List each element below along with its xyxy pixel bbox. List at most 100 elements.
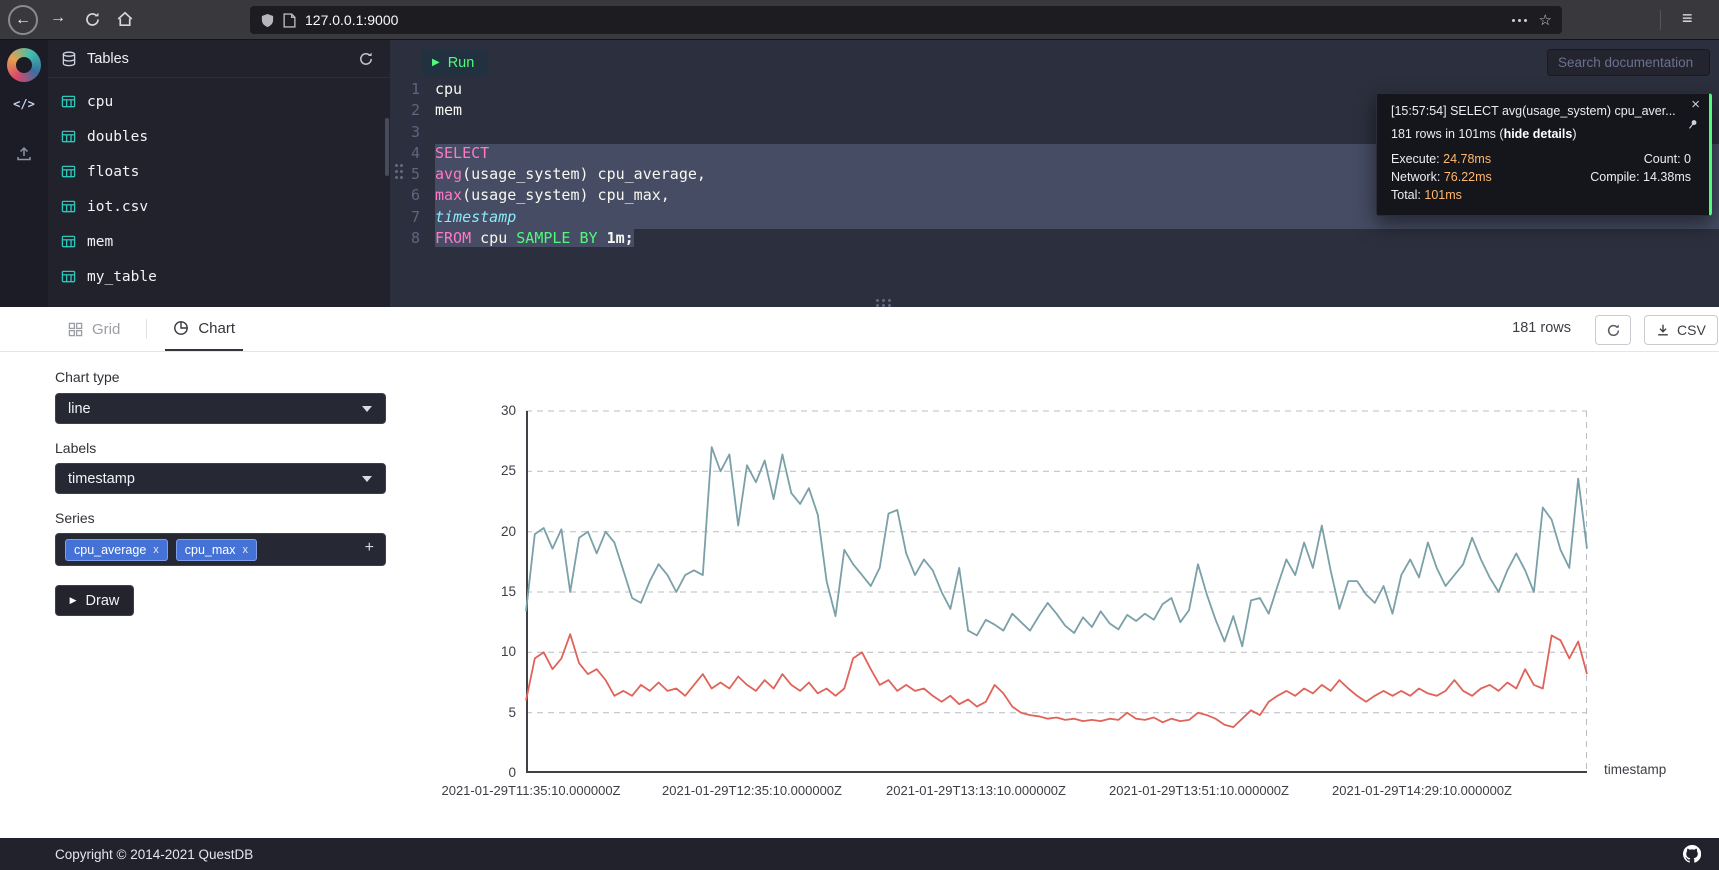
browser-menu-button[interactable]: ≡ [1682,8,1693,29]
x-tick-label: 2021-01-29T14:29:10.000000Z [1332,783,1512,798]
footer: Copyright © 2014-2021 QuestDB [0,838,1719,870]
query-notification-popup: [15:57:54] SELECT avg(usage_system) cpu_… [1376,93,1712,216]
tab-grid-label: Grid [92,321,120,338]
table-icon [61,234,76,249]
x-tick-label: 2021-01-29T12:35:10.000000Z [662,783,842,798]
tab-grid[interactable]: Grid [60,307,128,351]
download-csv-button[interactable]: CSV [1644,315,1718,345]
url-input[interactable] [305,12,1509,28]
series-label: Series [55,510,95,526]
metric-spacer [1590,188,1691,202]
table-name: my_table [87,269,157,285]
y-tick-label: 5 [474,705,516,720]
labels-select[interactable]: timestamp [55,463,386,494]
tab-chart[interactable]: Chart [165,307,243,351]
table-row-iot-csv[interactable]: iot.csv [48,189,390,224]
metric-network: Network: 76.22ms [1391,170,1590,184]
table-name: doubles [87,129,148,145]
chart-type-select[interactable]: line [55,393,386,424]
series-chip-cpu-max[interactable]: cpu_max x [176,539,257,561]
browser-toolbar: ← → ☆ ≡ [0,0,1719,40]
remove-chip-icon[interactable]: x [153,544,159,556]
metric-count: Count: 0 [1590,152,1691,166]
console-code-icon[interactable]: </> [0,97,48,111]
code-line: 8FROM cpu SAMPLE BY 1m; [390,229,1719,250]
questdb-logo[interactable] [7,48,41,82]
remove-chip-icon[interactable]: x [243,544,249,556]
panel-resize-handle-horizontal[interactable] [876,299,879,302]
table-row-cpu[interactable]: cpu [48,84,390,119]
url-bar[interactable]: ☆ [250,6,1562,34]
metric-total: Total: 101ms [1391,188,1590,202]
table-name: cpu [87,94,113,110]
add-series-icon[interactable]: + [365,539,374,557]
tables-panel: Tables cpu doubles floats iot.csv [48,40,390,307]
metric-execute: Execute: 24.78ms [1391,152,1590,166]
search-documentation-input[interactable] [1547,49,1710,76]
pin-icon[interactable] [1686,118,1699,134]
reload-icon [84,11,101,28]
series-input-row[interactable]: cpu_average x cpu_max x + [55,533,386,566]
chevron-down-icon [362,406,372,412]
labels-value: timestamp [68,471,135,487]
table-name: iot.csv [87,199,148,215]
bookmark-star-icon[interactable]: ☆ [1539,11,1552,29]
page-info-icon[interactable] [283,13,296,28]
tables-panel-header: Tables [48,40,390,78]
series-chip-cpu-average[interactable]: cpu_average x [65,539,168,561]
tables-panel-title: Tables [87,51,129,67]
tables-scrollbar-thumb[interactable] [385,118,389,176]
chart-plot-svg [526,411,1587,773]
line-number: 3 [390,123,435,144]
run-play-icon: ▶ [432,57,440,68]
close-icon[interactable]: × [1691,96,1700,113]
back-arrow-icon: ← [15,11,31,29]
line-number: 5 [390,165,435,186]
refresh-results-button[interactable] [1595,315,1631,345]
github-icon[interactable] [1683,845,1701,863]
chevron-down-icon [362,476,372,482]
table-row-floats[interactable]: floats [48,154,390,189]
forward-arrow-icon: → [50,9,66,26]
draw-chart-button[interactable]: ▶ Draw [55,585,134,616]
table-name: floats [87,164,139,180]
tab-chart-label: Chart [198,320,235,337]
overflow-menu-icon[interactable] [1509,19,1531,22]
x-tick-label: 2021-01-29T13:13:10.000000Z [886,783,1066,798]
csv-label: CSV [1677,322,1706,338]
table-icon [61,199,76,214]
results-area: Grid Chart 181 rows CSV Chart type line … [0,307,1719,838]
table-icon [61,164,76,179]
table-list: cpu doubles floats iot.csv mem my_table [48,84,390,294]
table-name: mem [87,234,113,250]
run-query-button[interactable]: ▶ Run [422,49,488,76]
table-row-doubles[interactable]: doubles [48,119,390,154]
table-icon [61,94,76,109]
refresh-icon [1606,323,1621,338]
line-number: 4 [390,144,435,165]
shield-icon[interactable] [260,13,275,28]
table-row-mem[interactable]: mem [48,224,390,259]
browser-back-button[interactable]: ← [8,5,38,35]
grid-icon [68,322,83,337]
notification-summary: 181 rows in 101ms (hide details) [1391,127,1695,141]
table-row-my-table[interactable]: my_table [48,259,390,294]
browser-forward-button[interactable]: → [50,9,66,27]
tables-refresh-icon[interactable] [358,51,374,67]
browser-reload-button[interactable] [84,11,101,33]
import-upload-icon[interactable] [15,144,33,162]
y-tick-label: 30 [474,403,516,418]
code-text: FROM cpu SAMPLE BY 1m; [435,229,1719,250]
copyright-text: Copyright © 2014-2021 QuestDB [55,847,253,862]
questdb-console-screen: ← → ☆ ≡ </> [0,0,1719,870]
query-metrics: Execute: 24.78ms Count: 0 Network: 76.22… [1391,152,1695,202]
pie-chart-icon [173,320,189,336]
table-icon [61,129,76,144]
notification-query-title: [15:57:54] SELECT avg(usage_system) cpu_… [1391,104,1695,118]
browser-home-button[interactable] [116,10,134,33]
row-count-label: 181 rows [1495,320,1571,336]
draw-label: Draw [86,593,120,609]
metric-compile: Compile: 14.38ms [1590,170,1691,184]
hide-details-link[interactable]: hide details [1504,127,1573,141]
y-tick-label: 0 [474,765,516,780]
